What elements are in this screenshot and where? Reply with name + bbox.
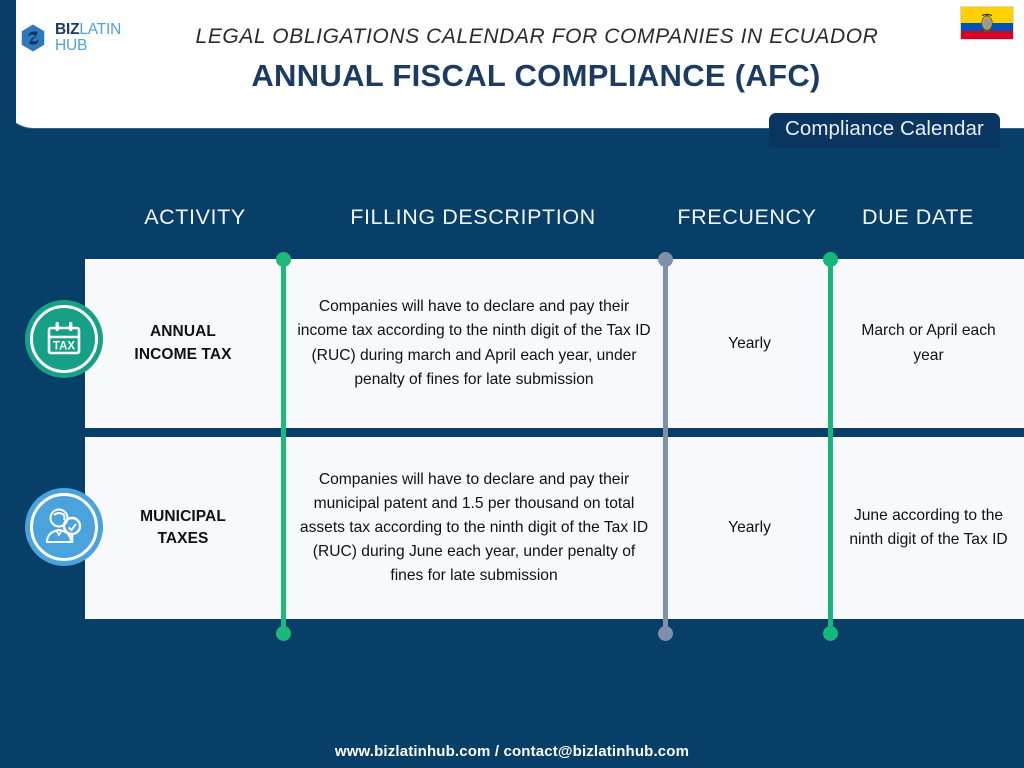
connector-line-gray-middle-dot-bottom <box>658 626 673 641</box>
tax-calendar-icon: TAX <box>25 300 103 378</box>
column-header-activity: ACTIVITY <box>144 205 246 229</box>
cell-activity: ANNUAL INCOME TAX <box>85 259 281 428</box>
compliance-calendar-tab[interactable]: Compliance Calendar <box>768 113 1000 148</box>
activity-label: MUNICIPAL TAXES <box>140 507 226 547</box>
column-header-due_date: DUE DATE <box>862 205 974 229</box>
table-row: ANNUAL INCOME TAX Companies will have to … <box>85 259 1024 428</box>
footer-contact: www.bizlatinhub.com / contact@bizlatinhu… <box>334 743 690 760</box>
cell-frequency: Yearly <box>667 437 832 619</box>
person-magnifier-icon <box>25 488 103 566</box>
connector-line-green-left-dot-bottom <box>276 626 291 641</box>
description-text: Companies will have to declare and pay t… <box>299 470 649 585</box>
table-row: MUNICIPAL TAXES Companies will have to de… <box>85 437 1024 619</box>
cell-description: Companies will have to declare and pay t… <box>283 437 665 619</box>
frequency-text: Yearly <box>728 334 771 352</box>
connector-line-green-right <box>828 259 833 619</box>
column-header-description: FILLING DESCRIPTION <box>350 205 596 229</box>
cell-due-date: June according to the ninth digit of the… <box>833 437 1024 619</box>
due-date-text: March or April each year <box>861 322 996 364</box>
cell-description: Companies will have to declare and pay t… <box>283 259 665 428</box>
connector-line-gray-middle <box>663 259 668 619</box>
icon-ring <box>30 305 98 373</box>
cell-due-date: March or April each year <box>833 259 1024 428</box>
header-subtitle: LEGAL OBLIGATIONS CALENDAR FOR COMPANIES… <box>195 25 879 48</box>
connector-line-green-right-dot-bottom <box>823 626 838 641</box>
cell-frequency: Yearly <box>667 259 832 428</box>
page-title: ANNUAL FISCAL COMPLIANCE (AFC) <box>251 58 821 93</box>
header-panel: BIZLATIN HUB LEGAL OBLIGATIONS CALENDAR … <box>0 0 1024 128</box>
due-date-text: June according to the ninth digit of the… <box>849 506 1008 548</box>
connector-line-green-left <box>281 259 286 619</box>
cell-activity: MUNICIPAL TAXES <box>85 437 281 619</box>
icon-ring <box>30 493 98 561</box>
infographic-canvas: ANNUAL INCOME TAX Companies will have to … <box>0 0 1024 768</box>
frequency-text: Yearly <box>728 519 771 536</box>
description-text: Companies will have to declare and pay t… <box>297 298 651 388</box>
header-left-navy-strip <box>0 0 16 136</box>
activity-label: ANNUAL INCOME TAX <box>134 323 232 363</box>
